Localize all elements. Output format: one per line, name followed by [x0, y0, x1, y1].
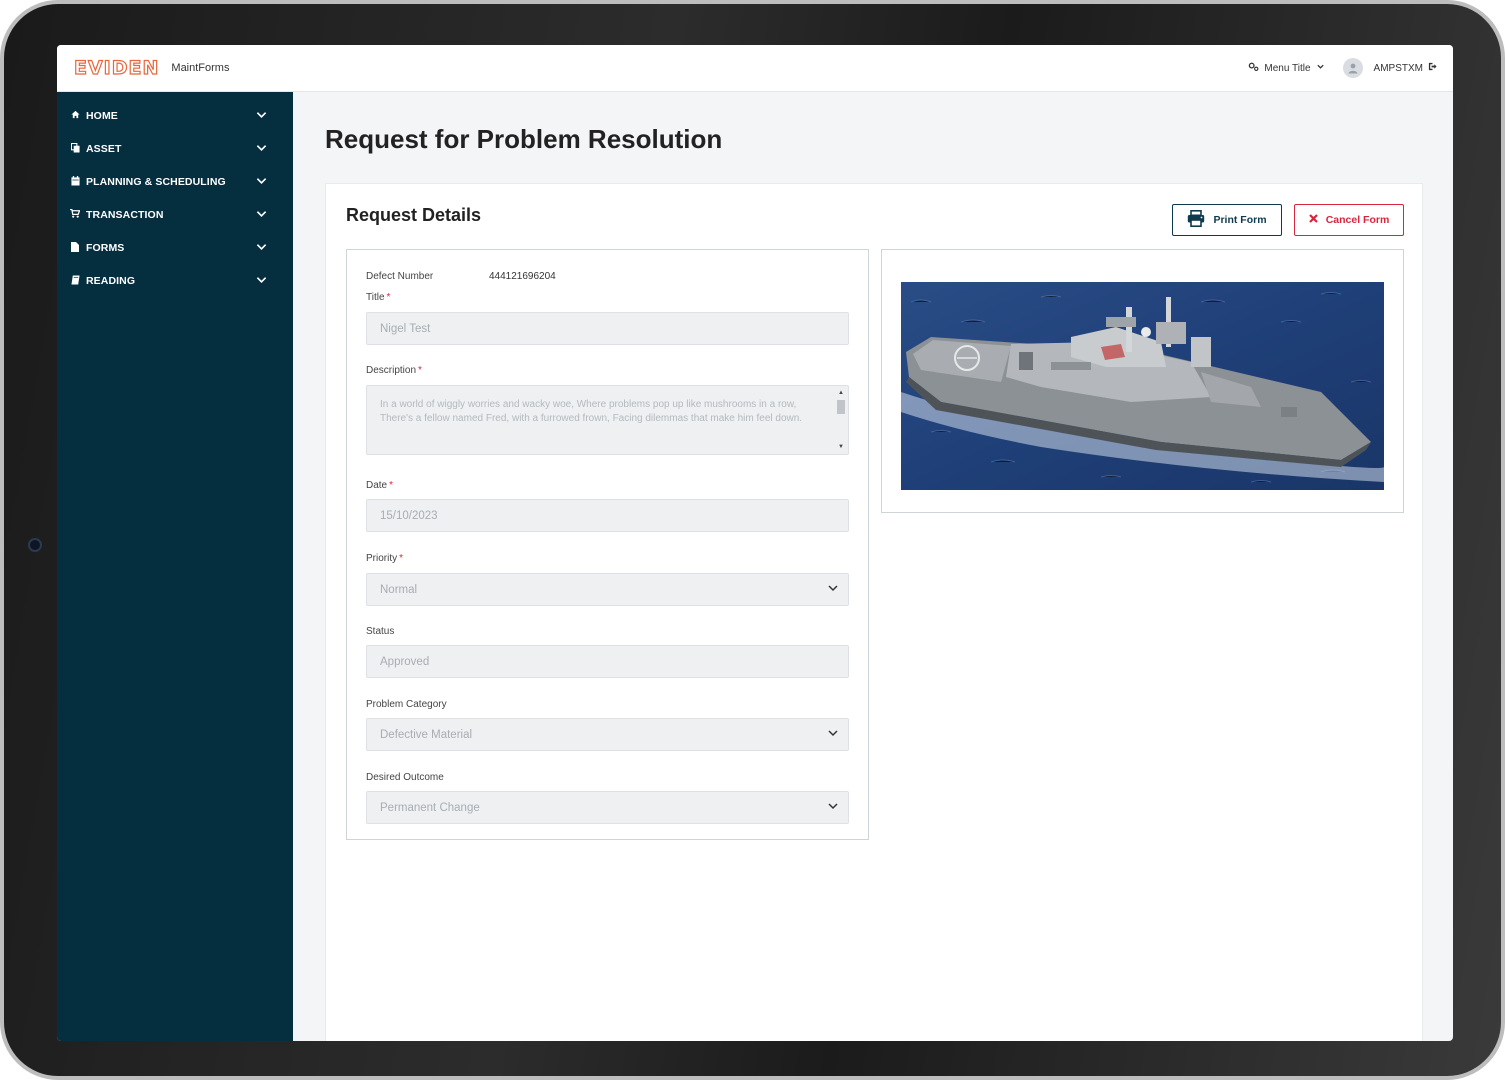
date-label: Date *	[366, 480, 393, 491]
problem-category-select[interactable]: Defective Material	[366, 718, 849, 751]
chevron-down-icon	[256, 242, 267, 254]
ship-photo	[901, 282, 1384, 490]
sidebar-item-label: READING	[86, 274, 136, 287]
scroll-down-icon[interactable]: ▼	[836, 443, 846, 451]
sidebar-item-planning-scheduling[interactable]: PLANNING & SCHEDULING	[57, 165, 293, 198]
request-details-card: Request Details Print Form Cancel Form D…	[325, 183, 1423, 1041]
app-name: MaintForms	[171, 62, 230, 74]
priority-label: Priority *	[366, 553, 403, 564]
sidebar-item-label: TRANSACTION	[86, 208, 164, 221]
user-menu[interactable]: AMPSTXM	[1342, 58, 1437, 78]
menu-title-label: Menu Title	[1264, 62, 1311, 74]
chevron-down-icon	[828, 801, 838, 813]
sidebar-item-label: FORMS	[86, 241, 125, 254]
required-marker: *	[389, 480, 394, 491]
description-text: In a world of wiggly worries and wacky w…	[380, 399, 803, 424]
priority-value: Normal	[380, 583, 418, 596]
sidebar-item-forms[interactable]: FORMS	[57, 231, 293, 264]
calendar-icon	[70, 175, 80, 188]
defect-number-value: 444121696204	[489, 271, 556, 282]
sidebar-item-transaction[interactable]: TRANSACTION	[57, 198, 293, 231]
problem-category-label: Problem Category	[366, 699, 447, 710]
scroll-up-icon[interactable]: ▲	[836, 389, 846, 397]
top-bar: EVIDEN MaintForms Menu Title AMPSTXM	[57, 45, 1453, 92]
print-form-label: Print Form	[1213, 214, 1267, 226]
top-right-controls: Menu Title AMPSTXM	[1248, 58, 1437, 78]
sidebar: HOME ASSET PLANNING & SCHEDULING TRANSAC…	[57, 92, 293, 1041]
logout-icon[interactable]	[1428, 62, 1437, 74]
priority-label-text: Priority	[366, 553, 398, 564]
desired-outcome-value: Permanent Change	[380, 801, 480, 814]
sidebar-item-home[interactable]: HOME	[57, 99, 293, 132]
menu-title-dropdown[interactable]: Menu Title	[1248, 61, 1324, 75]
description-label-text: Description	[366, 365, 417, 376]
copy-icon	[70, 142, 80, 155]
sidebar-item-asset[interactable]: ASSET	[57, 132, 293, 165]
sidebar-item-label: HOME	[86, 109, 118, 122]
chevron-down-icon	[256, 275, 267, 287]
desired-outcome-label: Desired Outcome	[366, 772, 444, 783]
cancel-form-button[interactable]: Cancel Form	[1294, 204, 1404, 236]
desired-outcome-select[interactable]: Permanent Change	[366, 791, 849, 824]
printer-icon	[1187, 210, 1205, 230]
title-input[interactable]: Nigel Test	[366, 312, 849, 345]
status-input[interactable]: Approved	[366, 645, 849, 678]
date-input[interactable]: 15/10/2023	[366, 499, 849, 532]
app-screen: EVIDEN MaintForms Menu Title AMPSTXM HOM…	[57, 45, 1453, 1041]
required-marker: *	[386, 292, 391, 303]
title-label: Title *	[366, 292, 390, 303]
sidebar-item-label: ASSET	[86, 142, 122, 155]
status-label: Status	[366, 626, 395, 637]
chevron-down-icon	[1316, 62, 1325, 74]
print-form-button[interactable]: Print Form	[1172, 204, 1282, 236]
required-marker: *	[418, 365, 422, 376]
camera-dot	[28, 538, 42, 552]
book-icon	[70, 275, 80, 287]
chevron-down-icon	[256, 209, 267, 221]
priority-select[interactable]: Normal	[366, 573, 849, 606]
brand-logo[interactable]: EVIDEN	[73, 57, 159, 77]
tablet-frame: EVIDEN MaintForms Menu Title AMPSTXM HOM…	[0, 0, 1505, 1080]
home-icon	[70, 110, 80, 121]
chevron-down-icon	[256, 143, 267, 155]
chevron-down-icon	[256, 176, 267, 188]
close-icon	[1308, 214, 1318, 226]
problem-category-value: Defective Material	[380, 728, 473, 741]
card-title: Request Details	[346, 205, 482, 225]
description-textarea[interactable]: In a world of wiggly worries and wacky w…	[366, 385, 849, 455]
request-form: Defect Number 444121696204 Title * Nigel …	[346, 249, 869, 840]
sidebar-item-label: PLANNING & SCHEDULING	[86, 175, 226, 188]
date-label-text: Date	[366, 480, 388, 491]
required-marker: *	[399, 553, 404, 564]
sidebar-item-reading[interactable]: READING	[57, 264, 293, 297]
description-scrollbar[interactable]: ▲ ▼	[836, 389, 846, 451]
main-content: Request for Problem Resolution Request D…	[293, 92, 1453, 1041]
avatar	[1342, 58, 1363, 78]
settings-cog-icon	[1248, 61, 1259, 75]
description-label: Description *	[366, 365, 422, 376]
defect-number-label: Defect Number	[366, 271, 434, 282]
chevron-down-icon	[828, 728, 838, 740]
title-label-text: Title	[366, 292, 385, 303]
cancel-form-label: Cancel Form	[1325, 214, 1390, 226]
image-panel	[881, 249, 1404, 513]
username: AMPSTXM	[1373, 62, 1423, 74]
cart-icon	[70, 208, 81, 220]
file-icon	[70, 241, 80, 254]
page-title: Request for Problem Resolution	[325, 124, 723, 154]
chevron-down-icon	[256, 110, 267, 122]
chevron-down-icon	[828, 583, 838, 595]
scroll-thumb[interactable]	[837, 400, 845, 414]
